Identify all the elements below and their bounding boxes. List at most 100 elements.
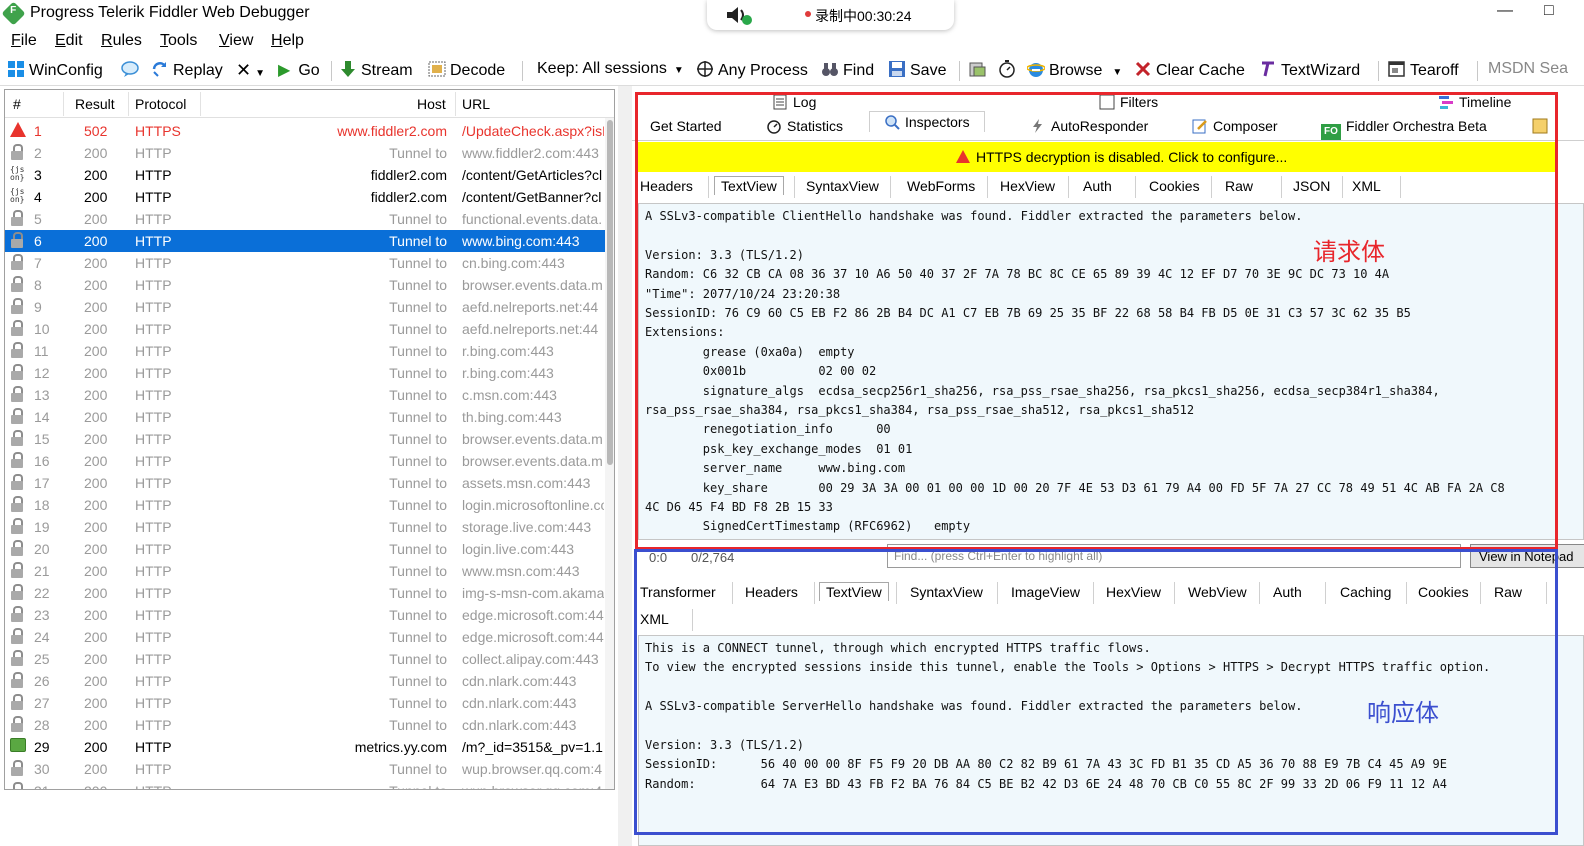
- request-tab-cookies[interactable]: Cookies: [1149, 178, 1200, 194]
- menu-rules[interactable]: Rules: [101, 32, 142, 50]
- table-row[interactable]: 2 200 HTTP Tunnel to www.fiddler2.com:443: [5, 142, 605, 164]
- table-row[interactable]: 12 200 HTTP Tunnel to r.bing.com:443: [5, 362, 605, 384]
- request-tab-raw[interactable]: Raw: [1225, 178, 1253, 194]
- table-row[interactable]: 25 200 HTTP Tunnel to collect.alipay.com:443: [5, 648, 605, 670]
- tab-get-started[interactable]: Get Started: [650, 118, 722, 134]
- browse-button[interactable]: Browse ▼: [1027, 60, 1122, 80]
- recording-indicator[interactable]: 录制中00:30:24: [707, 0, 954, 30]
- maximize-button[interactable]: □: [1544, 2, 1554, 20]
- winconfig-button[interactable]: WinConfig: [7, 60, 103, 80]
- go-button[interactable]: ▶ Go: [278, 60, 320, 80]
- table-row[interactable]: 26 200 HTTP Tunnel to cdn.nlark.com:443: [5, 670, 605, 692]
- table-row[interactable]: 16 200 HTTP Tunnel to browser.events.data.m: [5, 450, 605, 472]
- mute-speaker-icon[interactable]: [725, 4, 755, 26]
- table-row[interactable]: 21 200 HTTP Tunnel to www.msn.com:443: [5, 560, 605, 582]
- tab-inspectors[interactable]: Inspectors: [869, 111, 985, 132]
- response-tab-syntaxview[interactable]: SyntaxView: [910, 584, 983, 600]
- table-row[interactable]: 6 200 HTTP Tunnel to www.bing.com:443: [5, 230, 605, 252]
- table-row[interactable]: {js on} 4 200 HTTP fiddler2.com/content/GetBa…: [5, 186, 605, 208]
- request-textview[interactable]: 请求体 A SSLv3-compatible ClientHello hands…: [638, 203, 1584, 540]
- find-input[interactable]: Find... (press Ctrl+Enter to highlight a…: [887, 544, 1461, 568]
- response-tab-xml[interactable]: XML: [640, 611, 669, 627]
- tab-fiddlerscript[interactable]: [1532, 118, 1553, 134]
- request-tab-syntaxview[interactable]: SyntaxView: [806, 178, 879, 194]
- minimize-button[interactable]: —: [1497, 2, 1513, 20]
- table-row[interactable]: 13 200 HTTP Tunnel to c.msn.com:443: [5, 384, 605, 406]
- column-header-result[interactable]: Result: [75, 96, 115, 112]
- table-row[interactable]: 18 200 HTTP Tunnel to login.microsoftonline.…: [5, 494, 605, 516]
- clear-cache-button[interactable]: Clear Cache: [1134, 60, 1245, 80]
- tearoff-button[interactable]: Tearoff: [1388, 60, 1459, 80]
- any-process-button[interactable]: Any Process: [696, 60, 808, 80]
- table-row[interactable]: 30 200 HTTP Tunnel to wup.browser.qq.com:4: [5, 758, 605, 780]
- find-button[interactable]: Find: [821, 60, 874, 80]
- tab-autoresponder[interactable]: AutoResponder: [1030, 118, 1148, 134]
- request-tab-textview[interactable]: TextView: [714, 176, 784, 195]
- table-row[interactable]: 9 200 HTTP Tunnel to aefd.nelreports.net:44: [5, 296, 605, 318]
- table-row[interactable]: 11 200 HTTP Tunnel to r.bing.com:443: [5, 340, 605, 362]
- msdn-search-box[interactable]: MSDN Sea: [1488, 60, 1568, 78]
- save-button[interactable]: Save: [888, 60, 946, 80]
- tab-filters[interactable]: Filters: [1099, 94, 1158, 110]
- column-header-host[interactable]: Host: [417, 96, 446, 112]
- response-tab-headers[interactable]: Headers: [745, 584, 798, 600]
- request-tab-headers[interactable]: Headers: [640, 178, 693, 194]
- response-tab-imageview[interactable]: ImageView: [1011, 584, 1080, 600]
- column-divider[interactable]: [455, 92, 456, 116]
- column-header-number[interactable]: #: [13, 96, 21, 112]
- response-tab-textview[interactable]: TextView: [819, 582, 889, 601]
- pane-splitter[interactable]: [618, 86, 632, 846]
- dropdown-arrow-icon[interactable]: ▼: [255, 68, 265, 79]
- screenshot-button[interactable]: [968, 60, 990, 80]
- table-row[interactable]: 5 200 HTTP Tunnel to functional.events.data.: [5, 208, 605, 230]
- response-tab-transformer[interactable]: Transformer: [640, 584, 716, 600]
- response-tab-webview[interactable]: WebView: [1188, 584, 1247, 600]
- tab-log[interactable]: Log: [772, 94, 816, 110]
- response-tab-hexview[interactable]: HexView: [1106, 584, 1161, 600]
- dropdown-arrow-icon[interactable]: ▼: [1112, 67, 1122, 78]
- request-tab-xml[interactable]: XML: [1352, 178, 1381, 194]
- column-divider[interactable]: [200, 92, 201, 116]
- https-warning-bar[interactable]: HTTPS decryption is disabled. Click to c…: [636, 142, 1558, 172]
- view-in-notepad-button[interactable]: View in Notepad: [1470, 544, 1584, 568]
- table-row[interactable]: 28 200 HTTP Tunnel to cdn.nlark.com:443: [5, 714, 605, 736]
- response-tab-raw[interactable]: Raw: [1494, 584, 1522, 600]
- comment-button[interactable]: [121, 60, 143, 80]
- table-row[interactable]: 1 502 HTTPS www.fiddler2.com/UpdateCheck.as…: [5, 120, 605, 142]
- column-divider[interactable]: [128, 92, 129, 116]
- table-row[interactable]: 7 200 HTTP Tunnel to cn.bing.com:443: [5, 252, 605, 274]
- table-row[interactable]: 22 200 HTTP Tunnel to img-s-msn-com.akamai: [5, 582, 605, 604]
- stream-button[interactable]: Stream: [339, 60, 413, 80]
- decode-button[interactable]: Decode: [428, 60, 505, 80]
- table-row[interactable]: 10 200 HTTP Tunnel to aefd.nelreports.net:44: [5, 318, 605, 340]
- table-row[interactable]: 23 200 HTTP Tunnel to edge.microsoft.com:44: [5, 604, 605, 626]
- tab-statistics[interactable]: Statistics: [766, 118, 843, 134]
- column-header-url[interactable]: URL: [462, 96, 490, 112]
- tab-timeline[interactable]: Timeline: [1438, 94, 1511, 110]
- session-scrollbar-thumb[interactable]: [607, 120, 613, 465]
- menu-help[interactable]: Help: [271, 32, 304, 50]
- table-row[interactable]: 29 200 HTTP metrics.yy.com/m?_id=3515&_pv=1…: [5, 736, 605, 758]
- menu-edit[interactable]: Edit: [55, 32, 83, 50]
- table-row[interactable]: 8 200 HTTP Tunnel to browser.events.data.m: [5, 274, 605, 296]
- request-tab-auth[interactable]: Auth: [1083, 178, 1112, 194]
- column-header-protocol[interactable]: Protocol: [135, 96, 186, 112]
- remove-sessions-button[interactable]: ✕ ▼: [236, 60, 265, 81]
- menu-view[interactable]: View: [219, 32, 253, 50]
- table-row[interactable]: 24 200 HTTP Tunnel to edge.microsoft.com:44: [5, 626, 605, 648]
- replay-button[interactable]: Replay: [151, 60, 223, 80]
- menu-file[interactable]: File: [11, 32, 37, 50]
- request-tab-hexview[interactable]: HexView: [1000, 178, 1055, 194]
- table-row[interactable]: {js on} 3 200 HTTP fiddler2.com/content/GetAr…: [5, 164, 605, 186]
- table-row[interactable]: 15 200 HTTP Tunnel to browser.events.data.m: [5, 428, 605, 450]
- response-textview[interactable]: 响应体 This is a CONNECT tunnel, through wh…: [638, 635, 1584, 846]
- table-row[interactable]: 14 200 HTTP Tunnel to th.bing.com:443: [5, 406, 605, 428]
- menu-tools[interactable]: Tools: [160, 32, 197, 50]
- request-tab-webforms[interactable]: WebForms: [907, 178, 975, 194]
- table-row[interactable]: 27 200 HTTP Tunnel to cdn.nlark.com:443: [5, 692, 605, 714]
- response-tab-cookies[interactable]: Cookies: [1418, 584, 1469, 600]
- keep-sessions-dropdown[interactable]: Keep: All sessions ▼: [537, 60, 684, 78]
- tab-fiddler-orchestra[interactable]: FO Fiddler Orchestra Beta: [1321, 118, 1487, 140]
- table-row[interactable]: 31 200 HTTP Tunnel to wup.browser.qq.com:4: [5, 780, 605, 789]
- response-tab-auth[interactable]: Auth: [1273, 584, 1302, 600]
